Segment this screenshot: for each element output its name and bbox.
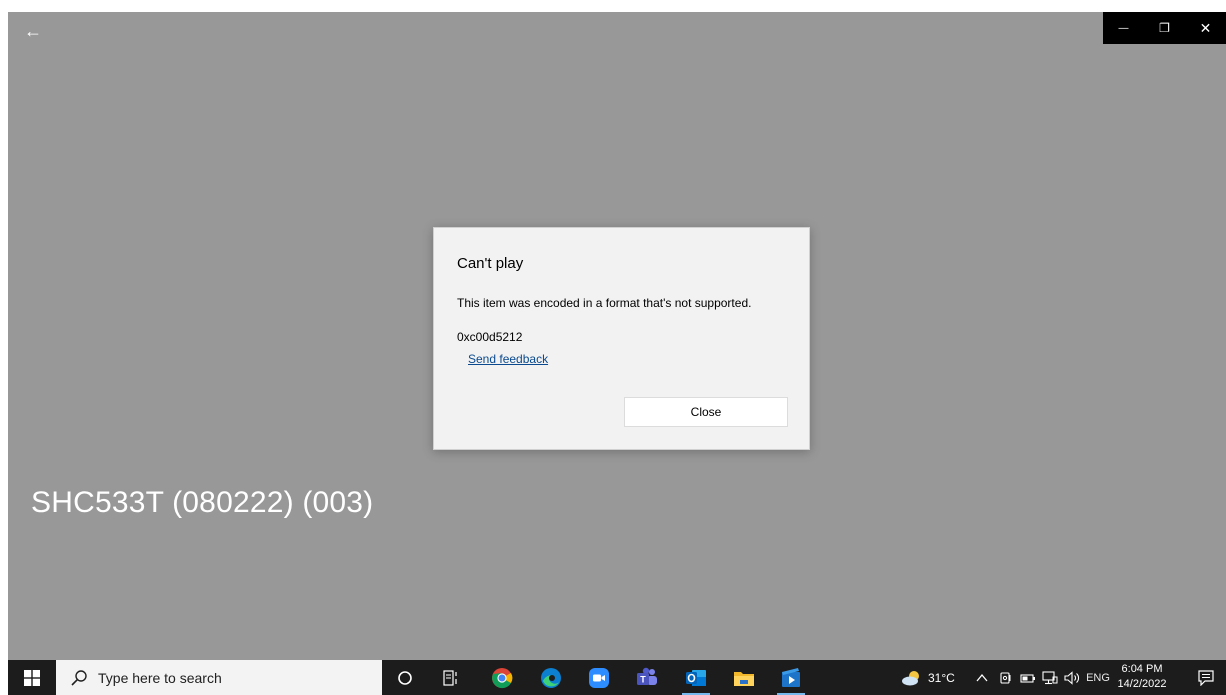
volume-icon [1064, 670, 1079, 685]
search-icon [71, 669, 87, 686]
error-dialog: Can't play This item was encoded in a fo… [433, 227, 810, 450]
cortana-icon [398, 670, 412, 685]
task-view-button[interactable] [435, 660, 469, 695]
search-placeholder: Type here to search [98, 669, 222, 686]
file-explorer-button[interactable] [727, 660, 761, 695]
close-window-button[interactable]: ✕ [1185, 12, 1226, 44]
chevron-up-icon [976, 673, 988, 681]
file-explorer-icon [734, 671, 754, 686]
windows-logo-icon [24, 669, 40, 686]
clock-time: 6:04 PM [1121, 663, 1163, 675]
movies-tv-icon [782, 667, 800, 687]
dialog-message: This item was encoded in a format that's… [457, 296, 752, 310]
error-code: 0xc00d5212 [457, 330, 523, 344]
movies-tv-button[interactable] [774, 660, 808, 695]
start-button[interactable] [8, 660, 56, 695]
input-language-button[interactable]: ENG [1086, 660, 1110, 695]
weather-widget[interactable]: 31°C [900, 660, 955, 695]
language-label: ENG [1086, 671, 1110, 684]
restore-button[interactable]: ❐ [1144, 12, 1185, 44]
cloud-icon [902, 670, 919, 685]
teams-icon: T [637, 667, 657, 685]
teams-button[interactable]: T [630, 660, 664, 695]
back-button[interactable]: ← [18, 18, 48, 44]
movies-tv-window: ← — ❐ ✕ SHC533T (080222) (003) Can't pla… [8, 12, 1226, 660]
outlook-button[interactable] [679, 660, 713, 695]
svg-text:T: T [640, 674, 646, 684]
chrome-button[interactable] [485, 660, 519, 695]
chrome-icon [492, 667, 513, 688]
notification-icon [1198, 669, 1214, 686]
meet-now-button[interactable] [996, 660, 1016, 695]
edge-button[interactable] [534, 660, 568, 695]
send-feedback-link[interactable]: Send feedback [468, 352, 548, 366]
task-view-icon [443, 669, 457, 686]
weather-temperature: 31°C [928, 670, 955, 685]
network-button[interactable] [1040, 660, 1060, 695]
taskbar-search-box[interactable]: Type here to search [56, 660, 382, 695]
outlook-icon [686, 669, 706, 686]
video-title: SHC533T (080222) (003) [31, 486, 374, 519]
minimize-icon: — [1118, 22, 1129, 34]
battery-button[interactable] [1018, 660, 1038, 695]
window-controls: — ❐ ✕ [1103, 12, 1226, 44]
minimize-button[interactable]: — [1103, 12, 1144, 44]
restore-icon: ❐ [1159, 21, 1170, 35]
battery-icon [1020, 673, 1035, 683]
meet-now-icon [1000, 671, 1011, 684]
taskbar: Type here to search T 31°C ENG 6:04 PM 1… [8, 660, 1226, 695]
zoom-icon [589, 667, 609, 688]
clock-date: 14/2/2022 [1117, 678, 1167, 690]
network-icon [1042, 670, 1058, 684]
taskbar-clock[interactable]: 6:04 PM 14/2/2022 [1110, 662, 1174, 692]
close-button[interactable]: Close [624, 397, 788, 427]
edge-icon [541, 667, 561, 688]
action-center-button[interactable] [1186, 660, 1226, 695]
cortana-button[interactable] [388, 660, 422, 695]
dialog-title: Can't play [457, 255, 524, 272]
volume-button[interactable] [1062, 660, 1084, 695]
close-icon: ✕ [1199, 19, 1212, 36]
back-arrow-icon: ← [24, 21, 42, 41]
show-hidden-icons-button[interactable] [972, 660, 992, 695]
zoom-button[interactable] [582, 660, 616, 695]
